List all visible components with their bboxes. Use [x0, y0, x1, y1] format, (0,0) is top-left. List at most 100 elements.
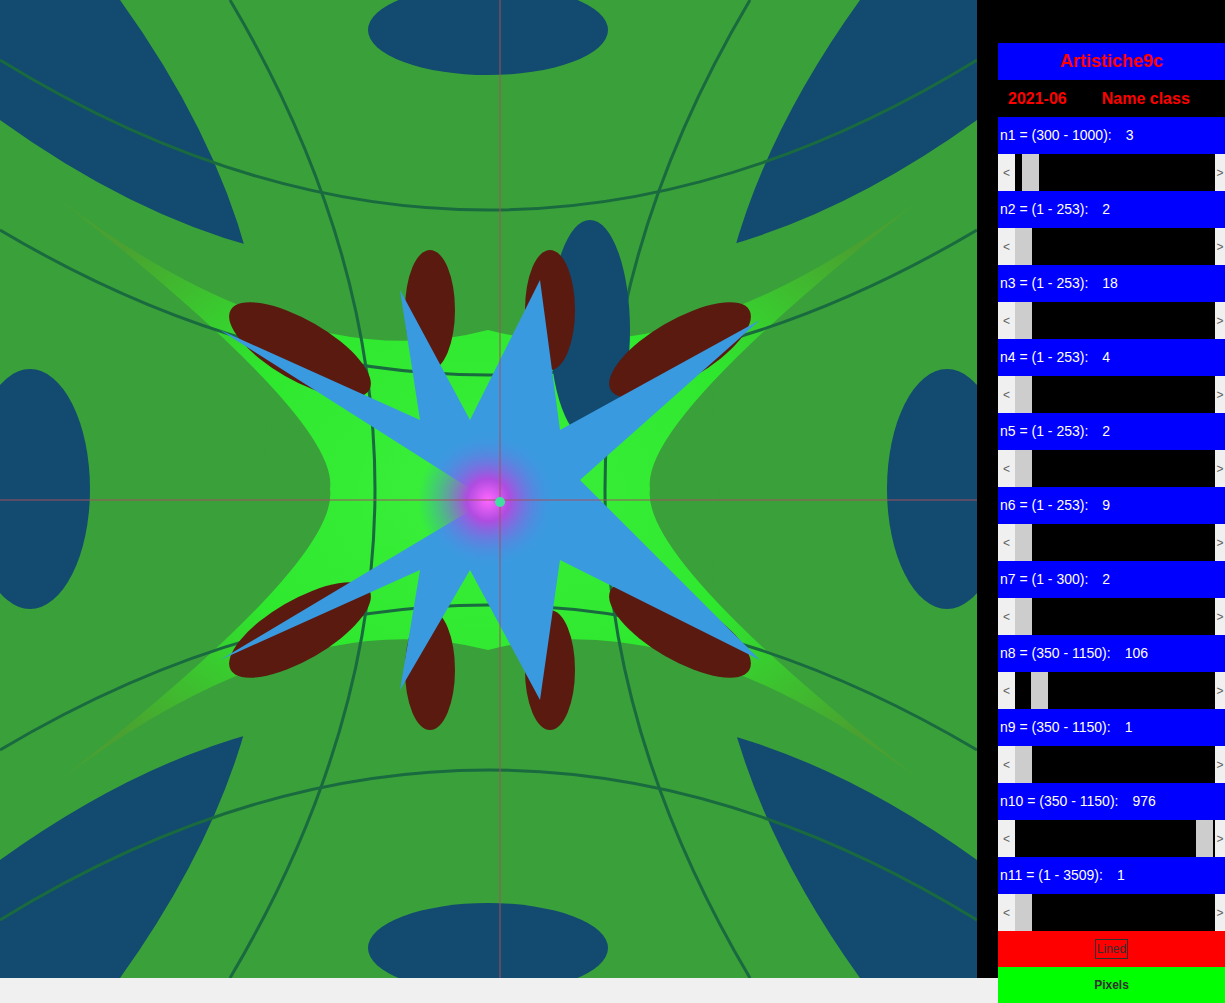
scroll-track[interactable]: [1015, 598, 1215, 635]
slider-label: n1 = (300 - 1000): 3: [998, 117, 1225, 154]
slider-name: n2 = (1 - 253):: [1000, 199, 1088, 220]
slider-label: n9 = (350 - 1150):1: [998, 709, 1225, 746]
scroll-thumb[interactable]: [1196, 820, 1213, 857]
scroll-right-button[interactable]: >: [1215, 894, 1225, 931]
button-label: Lined: [1096, 942, 1127, 956]
scroll-track[interactable]: [1015, 228, 1215, 265]
slider-label: n4 = (1 - 253): 4: [998, 339, 1225, 376]
scroll-left-button[interactable]: <: [998, 746, 1015, 783]
scroll-left-button[interactable]: <: [998, 894, 1015, 931]
scroll-thumb[interactable]: [1015, 746, 1032, 783]
slider-value: 18: [1102, 273, 1118, 294]
scroll-right-button[interactable]: >: [1215, 746, 1225, 783]
scroll-right-button[interactable]: >: [1215, 672, 1225, 709]
scroll-track[interactable]: [1015, 154, 1215, 191]
scroll-right-button[interactable]: >: [1215, 820, 1225, 857]
slider-label: n10 = (350 - 1150): 976: [998, 783, 1225, 820]
slider-label: n5 = (1 - 253): 2: [998, 413, 1225, 450]
slider-name: n11 = (1 - 3509):: [1000, 865, 1103, 886]
scrollbar[interactable]: <>: [998, 820, 1225, 857]
action-button[interactable]: Lined: [998, 931, 1225, 967]
slider-label: n2 = (1 - 253): 2: [998, 191, 1225, 228]
scroll-thumb[interactable]: [1022, 154, 1039, 191]
scroll-left-button[interactable]: <: [998, 154, 1015, 191]
scrollbar[interactable]: <>: [998, 746, 1225, 783]
button-label: Pixels: [1093, 978, 1130, 992]
slider-value: 3: [1126, 125, 1134, 146]
app-title: Artistiche9c: [998, 43, 1225, 80]
slider-label: n3 = (1 - 253): 18: [998, 265, 1225, 302]
scroll-left-button[interactable]: <: [998, 302, 1015, 339]
scrollbar[interactable]: <>: [998, 894, 1225, 931]
slider-value: 106: [1125, 643, 1148, 664]
scroll-track[interactable]: [1015, 302, 1215, 339]
scroll-track[interactable]: [1015, 894, 1215, 931]
slider-name: n10 = (350 - 1150):: [1000, 791, 1118, 812]
scroll-left-button[interactable]: <: [998, 672, 1015, 709]
scroll-right-button[interactable]: >: [1215, 598, 1225, 635]
scrollbar[interactable]: <>: [998, 450, 1225, 487]
slider-value: 976: [1132, 791, 1155, 812]
scroll-thumb[interactable]: [1015, 302, 1032, 339]
slider-label: n11 = (1 - 3509): 1: [998, 857, 1225, 894]
slider-name: n6 = (1 - 253):: [1000, 495, 1088, 516]
slider-name: n1 = (300 - 1000):: [1000, 125, 1112, 146]
scroll-left-button[interactable]: <: [998, 820, 1015, 857]
slider-label: n8 = (350 - 1150): 106: [998, 635, 1225, 672]
focus-ring: Lined: [1095, 939, 1128, 959]
scrollbar[interactable]: <>: [998, 302, 1225, 339]
date-label: 2021-06: [1008, 87, 1067, 111]
slider-name: n9 = (350 - 1150):: [1000, 717, 1111, 738]
scroll-thumb[interactable]: [1015, 894, 1032, 931]
scroll-thumb[interactable]: [1015, 376, 1032, 413]
scroll-thumb[interactable]: [1015, 228, 1032, 265]
slider-value: 4: [1102, 347, 1110, 368]
scroll-right-button[interactable]: >: [1215, 154, 1225, 191]
scrollbar[interactable]: <>: [998, 154, 1225, 191]
scrollbar[interactable]: <>: [998, 598, 1225, 635]
slider-label: n7 = (1 - 300): 2: [998, 561, 1225, 598]
slider-label: n6 = (1 - 253): 9: [998, 487, 1225, 524]
scroll-track[interactable]: [1015, 746, 1215, 783]
scroll-track[interactable]: [1015, 820, 1215, 857]
slider-name: n4 = (1 - 253):: [1000, 347, 1088, 368]
scroll-thumb[interactable]: [1031, 672, 1048, 709]
scroll-right-button[interactable]: >: [1215, 376, 1225, 413]
scroll-right-button[interactable]: >: [1215, 450, 1225, 487]
scroll-track[interactable]: [1015, 672, 1215, 709]
scroll-left-button[interactable]: <: [998, 598, 1015, 635]
focus-ring: Pixels: [1093, 976, 1130, 994]
slider-value: 2: [1102, 421, 1110, 442]
slider-name: n8 = (350 - 1150):: [1000, 643, 1111, 664]
scrollbar[interactable]: <>: [998, 672, 1225, 709]
fractal-canvas: [0, 0, 977, 978]
slider-value: 2: [1102, 199, 1110, 220]
slider-value: 2: [1102, 569, 1110, 590]
scroll-right-button[interactable]: >: [1215, 302, 1225, 339]
scroll-track[interactable]: [1015, 376, 1215, 413]
scroll-track[interactable]: [1015, 450, 1215, 487]
scroll-thumb[interactable]: [1015, 598, 1032, 635]
scroll-left-button[interactable]: <: [998, 450, 1015, 487]
scroll-right-button[interactable]: >: [1215, 524, 1225, 561]
class-name-label: Name class: [1102, 87, 1190, 111]
scroll-left-button[interactable]: <: [998, 524, 1015, 561]
header-row: 2021-06 Name class: [998, 80, 1225, 117]
scroll-thumb[interactable]: [1015, 524, 1032, 561]
scroll-thumb[interactable]: [1015, 450, 1032, 487]
slider-name: n7 = (1 - 300):: [1000, 569, 1088, 590]
scroll-right-button[interactable]: >: [1215, 228, 1225, 265]
scroll-left-button[interactable]: <: [998, 228, 1015, 265]
action-button[interactable]: Pixels: [998, 967, 1225, 1003]
control-panel: Artistiche9c 2021-06 Name class n1 = (300 -…: [998, 0, 1225, 1003]
slider-value: 1: [1117, 865, 1125, 886]
status-strip: [0, 978, 998, 1003]
slider-name: n5 = (1 - 253):: [1000, 421, 1088, 442]
slider-value: 9: [1102, 495, 1110, 516]
scrollbar[interactable]: <>: [998, 228, 1225, 265]
scroll-left-button[interactable]: <: [998, 376, 1015, 413]
slider-name: n3 = (1 - 253):: [1000, 273, 1088, 294]
scroll-track[interactable]: [1015, 524, 1215, 561]
scrollbar[interactable]: <>: [998, 524, 1225, 561]
scrollbar[interactable]: <>: [998, 376, 1225, 413]
